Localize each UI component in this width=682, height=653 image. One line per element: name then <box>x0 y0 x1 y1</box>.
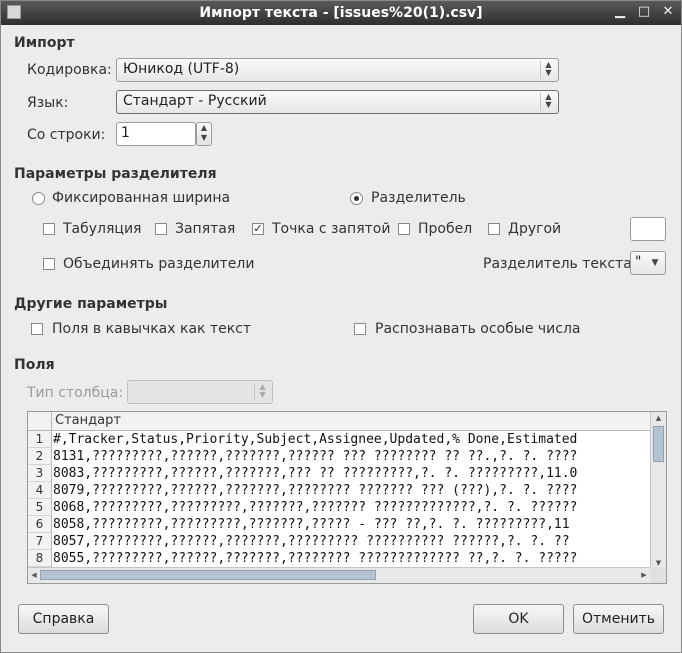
merge-delimiters-label: Объединять разделители <box>63 256 255 272</box>
quoted-as-text-label: Поля в кавычках как текст <box>52 321 252 337</box>
text-delimiter-select[interactable]: " ▼ <box>630 251 666 275</box>
preview-row: 8079,?????????,??????,???????,???????? ?… <box>53 483 578 498</box>
fixed-width-radio[interactable] <box>32 192 45 205</box>
chevron-down-icon: ▼ <box>651 258 659 268</box>
space-label: Пробел <box>418 221 473 237</box>
detect-special-numbers-label: Распознавать особые числа <box>375 321 581 337</box>
close-icon[interactable]: ✕ <box>661 4 675 19</box>
comma-checkbox[interactable] <box>155 223 167 235</box>
separated-radio[interactable] <box>350 192 363 205</box>
tab-label: Табуляция <box>63 221 142 237</box>
preview-row: 8131,?????????,??????,???????,?????? ???… <box>53 449 578 464</box>
row-number: 5 <box>28 499 52 516</box>
detect-special-numbers-checkbox[interactable] <box>354 323 366 335</box>
fields-preview[interactable]: Стандарт 1 2 3 4 5 6 7 8 #,Tracker,Statu… <box>27 411 667 584</box>
preview-row: 8058,?????????,?????????,???????,????? -… <box>53 517 570 532</box>
merge-delimiters-checkbox[interactable] <box>43 258 55 270</box>
preview-row: #,Tracker,Status,Priority,Subject,Assign… <box>53 432 578 447</box>
row-number: 4 <box>28 482 52 499</box>
import-heading: Импорт <box>14 35 75 51</box>
from-row-stepper[interactable]: ▲ ▼ <box>196 122 212 146</box>
title-bar[interactable]: Импорт текста - [issues%20(1).csv] ▁ □ ✕ <box>1 1 681 25</box>
other-label: Другой <box>508 221 562 237</box>
other-options-heading: Другие параметры <box>14 296 168 312</box>
row-number: 3 <box>28 465 52 482</box>
tab-checkbox[interactable] <box>43 223 55 235</box>
preview-corner <box>28 412 52 431</box>
vertical-scrollbar[interactable]: ▲ ▼ <box>650 412 666 569</box>
fields-heading: Поля <box>14 357 55 373</box>
import-text-dialog: Импорт текста - [issues%20(1).csv] ▁ □ ✕… <box>0 0 682 653</box>
column-header[interactable]: Стандарт <box>55 413 121 428</box>
row-number: 1 <box>28 431 52 448</box>
preview-row: 8055,?????????,??????,???????,???????? ?… <box>53 551 578 566</box>
scroll-corner <box>650 567 666 583</box>
row-number: 2 <box>28 448 52 465</box>
row-numbers: 1 2 3 4 5 6 7 8 <box>28 431 52 567</box>
other-separator-input[interactable] <box>630 217 666 241</box>
ok-button[interactable]: OK <box>473 604 564 634</box>
preview-rows: #,Tracker,Status,Priority,Subject,Assign… <box>52 431 650 567</box>
horizontal-scrollbar[interactable]: ◀ ▶ <box>28 567 650 583</box>
language-label: Язык: <box>27 95 69 111</box>
text-delimiter-value: " <box>635 254 642 270</box>
preview-header: Стандарт <box>28 412 650 431</box>
encoding-label: Кодировка: <box>27 62 112 78</box>
scroll-right-icon[interactable]: ▶ <box>638 569 650 581</box>
semicolon-label: Точка с запятой <box>272 221 391 237</box>
fixed-width-label: Фиксированная ширина <box>52 190 231 206</box>
preview-row: 8068,?????????,?????????,???????,???????… <box>53 500 578 515</box>
window-title: Импорт текста - [issues%20(1).csv] <box>199 5 483 21</box>
column-type-label: Тип столбца: <box>27 385 124 401</box>
preview-row: 8057,?????????,??????,???????,????????? … <box>53 534 570 549</box>
column-type-select[interactable]: ▲ ▼ <box>127 380 273 404</box>
text-delimiter-label: Разделитель текста: <box>483 256 637 272</box>
minimize-icon[interactable]: ▁ <box>613 4 627 19</box>
updown-arrows-icon: ▲ ▼ <box>254 383 270 401</box>
separator-heading: Параметры разделителя <box>14 166 217 182</box>
maximize-icon[interactable]: □ <box>637 4 651 19</box>
space-checkbox[interactable] <box>398 223 410 235</box>
horizontal-scroll-thumb[interactable] <box>40 570 376 580</box>
from-row-input[interactable]: 1 <box>116 122 196 146</box>
encoding-select[interactable]: Юникод (UTF-8) ▲ ▼ <box>116 58 559 82</box>
other-checkbox[interactable] <box>488 223 500 235</box>
scroll-up-icon[interactable]: ▲ <box>651 412 666 424</box>
updown-arrows-icon: ▲ ▼ <box>540 93 556 111</box>
language-value: Стандарт - Русский <box>123 93 267 109</box>
from-row-label: Со строки: <box>27 127 106 143</box>
comma-label: Запятая <box>175 221 236 237</box>
preview-row: 8083,?????????,??????,???????,??? ?? ???… <box>53 466 578 481</box>
cancel-button[interactable]: Отменить <box>573 604 664 634</box>
semicolon-checkbox[interactable]: ✓ <box>252 223 264 235</box>
row-number: 8 <box>28 550 52 567</box>
separated-label: Разделитель <box>371 190 466 206</box>
window-menu-icon[interactable] <box>7 5 21 19</box>
vertical-scroll-thumb[interactable] <box>653 426 664 462</box>
language-select[interactable]: Стандарт - Русский ▲ ▼ <box>116 90 559 114</box>
updown-arrows-icon: ▲ ▼ <box>540 61 556 79</box>
encoding-value: Юникод (UTF-8) <box>123 61 240 77</box>
row-number: 6 <box>28 516 52 533</box>
scroll-left-icon[interactable]: ◀ <box>28 569 40 581</box>
row-number: 7 <box>28 533 52 550</box>
quoted-as-text-checkbox[interactable] <box>31 323 43 335</box>
help-button[interactable]: Справка <box>18 604 109 634</box>
